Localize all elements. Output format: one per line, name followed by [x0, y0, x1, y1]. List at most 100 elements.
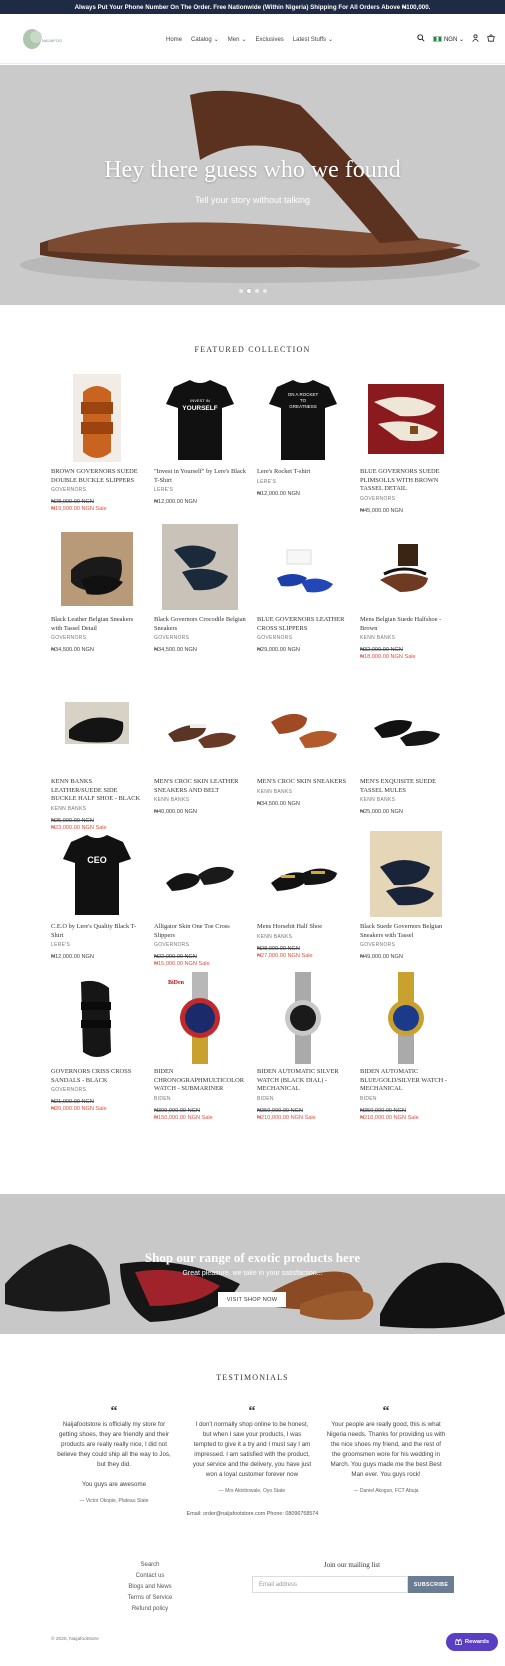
- product-image[interactable]: [360, 827, 452, 919]
- product-vendor: KENN BANKS: [51, 805, 87, 812]
- product-price: ₦12,000.00 NGN: [154, 499, 197, 506]
- product-card[interactable]: Mens Belgian Suede Halfshoe - Brown KENN …: [360, 520, 452, 660]
- product-title[interactable]: MEN'S CROC SKIN SNEAKERS: [257, 778, 349, 787]
- product-card[interactable]: BIDEN AUTOMATIC SILVER WATCH (BLACK DIAL…: [257, 972, 349, 1121]
- product-title[interactable]: Mens Belgian Suede Halfshoe - Brown: [360, 616, 452, 633]
- product-image[interactable]: [360, 682, 452, 774]
- footer-link-search[interactable]: Search: [110, 1560, 190, 1571]
- hero-slideshow[interactable]: Hey there guess who we found Tell your s…: [0, 65, 505, 305]
- product-price: ₦34,500.00 NGN: [257, 800, 300, 807]
- testimonial-text: I don't normally shop online to be hones…: [192, 1421, 312, 1478]
- product-image[interactable]: [257, 972, 349, 1064]
- footer-link-blogs[interactable]: Blogs and News: [110, 1582, 190, 1593]
- product-image[interactable]: [360, 972, 452, 1064]
- nav-men[interactable]: Men ⌄: [227, 36, 247, 44]
- testimonial-card: “ I don't normally shop online to be hon…: [192, 1404, 312, 1494]
- product-image[interactable]: [154, 682, 246, 774]
- account-icon[interactable]: [472, 34, 479, 44]
- product-image[interactable]: BiDen: [154, 972, 246, 1064]
- product-title[interactable]: BLUE GOVERNORS SUEDE PLIMSOLLS WITH BROW…: [360, 468, 452, 494]
- product-price: ₦12,000.00 NGN: [257, 490, 300, 497]
- nav-catalog[interactable]: Catalog ⌄: [191, 36, 219, 44]
- product-card[interactable]: BROWN GOVERNORS SUEDE DOUBLE BUCKLE SLIP…: [51, 372, 143, 512]
- email-field[interactable]: Email address: [252, 1576, 408, 1593]
- slide-dot[interactable]: [238, 289, 243, 293]
- product-image[interactable]: [51, 972, 143, 1064]
- product-title[interactable]: Black Suede Governors Belgian Sneakers w…: [360, 923, 452, 940]
- product-price: ₦25,000.00 NGN: [360, 809, 403, 816]
- slide-dot[interactable]: [262, 289, 267, 293]
- nav-exclusives[interactable]: Exclusives: [255, 36, 283, 43]
- product-title[interactable]: BROWN GOVERNORS SUEDE DOUBLE BUCKLE SLIP…: [51, 468, 143, 485]
- product-image[interactable]: INVEST IN YOURSELF: [154, 372, 246, 464]
- product-card[interactable]: ON A ROCKET TO GREATNESS Lere's Rocket T-sh…: [257, 372, 349, 497]
- product-image[interactable]: ON A ROCKET TO GREATNESS: [257, 372, 349, 464]
- product-image[interactable]: [51, 372, 143, 464]
- product-card[interactable]: Black Suede Governors Belgian Sneakers w…: [360, 827, 452, 960]
- product-title[interactable]: BLUE GOVERNORS LEATHER CROSS SLIPPERS: [257, 616, 349, 633]
- footer-link-terms[interactable]: Terms of Service: [110, 1593, 190, 1604]
- product-vendor: GOVERNORS: [51, 1087, 87, 1094]
- product-image[interactable]: [51, 682, 143, 774]
- store-logo[interactable]: NAIJAFOOT: [22, 26, 65, 52]
- product-title[interactable]: Alligator Skin One Toe Cross Slippers: [154, 923, 246, 940]
- slide-dot[interactable]: [254, 289, 259, 293]
- product-vendor: LERE'S: [154, 487, 174, 494]
- product-card[interactable]: MEN'S CROC SKIN SNEAKERS KENN BANKS ₦34,50…: [257, 682, 349, 807]
- product-card[interactable]: KENN BANKS LEATHER/SUEDE SIDE BUCKLE HAL…: [51, 682, 143, 831]
- product-image[interactable]: [360, 520, 452, 612]
- nav-label: Men: [227, 36, 240, 43]
- product-image[interactable]: [51, 520, 143, 612]
- product-title[interactable]: Black Governors Crocodile Belgian Sneake…: [154, 616, 246, 633]
- product-card[interactable]: Mens Horsebit Half Shoe KENN BANKS ₦28,000…: [257, 827, 349, 959]
- product-price: ₦49,000.00 NGN: [360, 954, 403, 961]
- product-card[interactable]: MEN'S EXQUISITE SUEDE TASSEL MULES KENN B…: [360, 682, 452, 815]
- cart-icon[interactable]: [487, 34, 495, 44]
- product-title[interactable]: GOVERNORS CRISS CROSS SANDALS - BLACK: [51, 1068, 143, 1085]
- product-title[interactable]: BIDEN AUTOMATIC BLUE/GOLD/SILVER WATCH -…: [360, 1068, 452, 1094]
- product-title[interactable]: BIDEN CHRONOGRAPHMULTICOLOR WATCH - SUBM…: [154, 1068, 246, 1094]
- product-title[interactable]: Mens Horsebit Half Shoe: [257, 923, 349, 932]
- product-image[interactable]: [154, 827, 246, 919]
- product-title[interactable]: MEN'S CROC SKIN LEATHER SNEAKERS AND BEL…: [154, 778, 246, 795]
- product-title[interactable]: Lere's Rocket T-shirt: [257, 468, 349, 477]
- rewards-button[interactable]: Rewards: [446, 1633, 498, 1651]
- product-card[interactable]: CEO C.E.O by Lere's Quality Black T-Shirt…: [51, 827, 143, 960]
- product-image[interactable]: [257, 827, 349, 919]
- product-card[interactable]: BLUE GOVERNORS SUEDE PLIMSOLLS WITH BROW…: [360, 372, 452, 514]
- product-title[interactable]: KENN BANKS LEATHER/SUEDE SIDE BUCKLE HAL…: [51, 778, 143, 804]
- product-title[interactable]: BIDEN AUTOMATIC SILVER WATCH (BLACK DIAL…: [257, 1068, 349, 1094]
- product-image[interactable]: [154, 520, 246, 612]
- subscribe-button[interactable]: SUBSCRIBE: [408, 1576, 454, 1593]
- currency-selector[interactable]: NGN ⌄: [432, 35, 464, 43]
- product-title[interactable]: MEN'S EXQUISITE SUEDE TASSEL MULES: [360, 778, 452, 795]
- product-price: ₦12,000.00 NGN: [51, 954, 94, 961]
- product-card[interactable]: INVEST IN YOURSELF "Invest in Yourself" by…: [154, 372, 246, 505]
- product-card[interactable]: BIDEN AUTOMATIC BLUE/GOLD/SILVER WATCH -…: [360, 972, 452, 1121]
- product-card[interactable]: GOVERNORS CRISS CROSS SANDALS - BLACK GOV…: [51, 972, 143, 1112]
- product-title[interactable]: C.E.O by Lere's Quality Black T-Shirt: [51, 923, 143, 940]
- product-image[interactable]: CEO: [51, 827, 143, 919]
- testimonial-card: “ Your people are really good, this is w…: [326, 1404, 446, 1494]
- nav-latest-stuffs[interactable]: Latest Stuffs ⌄: [293, 36, 333, 44]
- slide-dot-active[interactable]: [246, 289, 251, 293]
- visit-shop-button[interactable]: VISIT SHOP NOW: [218, 1292, 286, 1307]
- product-card[interactable]: Black Governors Crocodile Belgian Sneake…: [154, 520, 246, 653]
- product-vendor: GOVERNORS: [360, 942, 396, 949]
- nav-home[interactable]: Home: [166, 36, 182, 43]
- product-card[interactable]: Alligator Skin One Toe Cross Slippers GOV…: [154, 827, 246, 967]
- product-card[interactable]: Black Leather Belgian Sneakers with Tass…: [51, 520, 143, 653]
- product-image[interactable]: [360, 372, 452, 464]
- search-icon[interactable]: [417, 34, 425, 44]
- product-title[interactable]: Black Leather Belgian Sneakers with Tass…: [51, 616, 143, 633]
- product-card[interactable]: BLUE GOVERNORS LEATHER CROSS SLIPPERS GOV…: [257, 520, 349, 653]
- footer-link-contact[interactable]: Contact us: [110, 1571, 190, 1582]
- product-image[interactable]: [257, 682, 349, 774]
- product-image[interactable]: [257, 520, 349, 612]
- product-title[interactable]: "Invest in Yourself" by Lere's Black T-S…: [154, 468, 246, 485]
- footer-link-refund[interactable]: Refund policy: [110, 1604, 190, 1615]
- svg-text:INVEST IN: INVEST IN: [190, 398, 210, 403]
- product-card[interactable]: MEN'S CROC SKIN LEATHER SNEAKERS AND BEL…: [154, 682, 246, 815]
- product-old-price: ₦350,000.00 NGN: [257, 1107, 304, 1114]
- product-card[interactable]: BiDen BIDEN CHRONOGRAPHMULTICOLOR WATCH -…: [154, 972, 246, 1121]
